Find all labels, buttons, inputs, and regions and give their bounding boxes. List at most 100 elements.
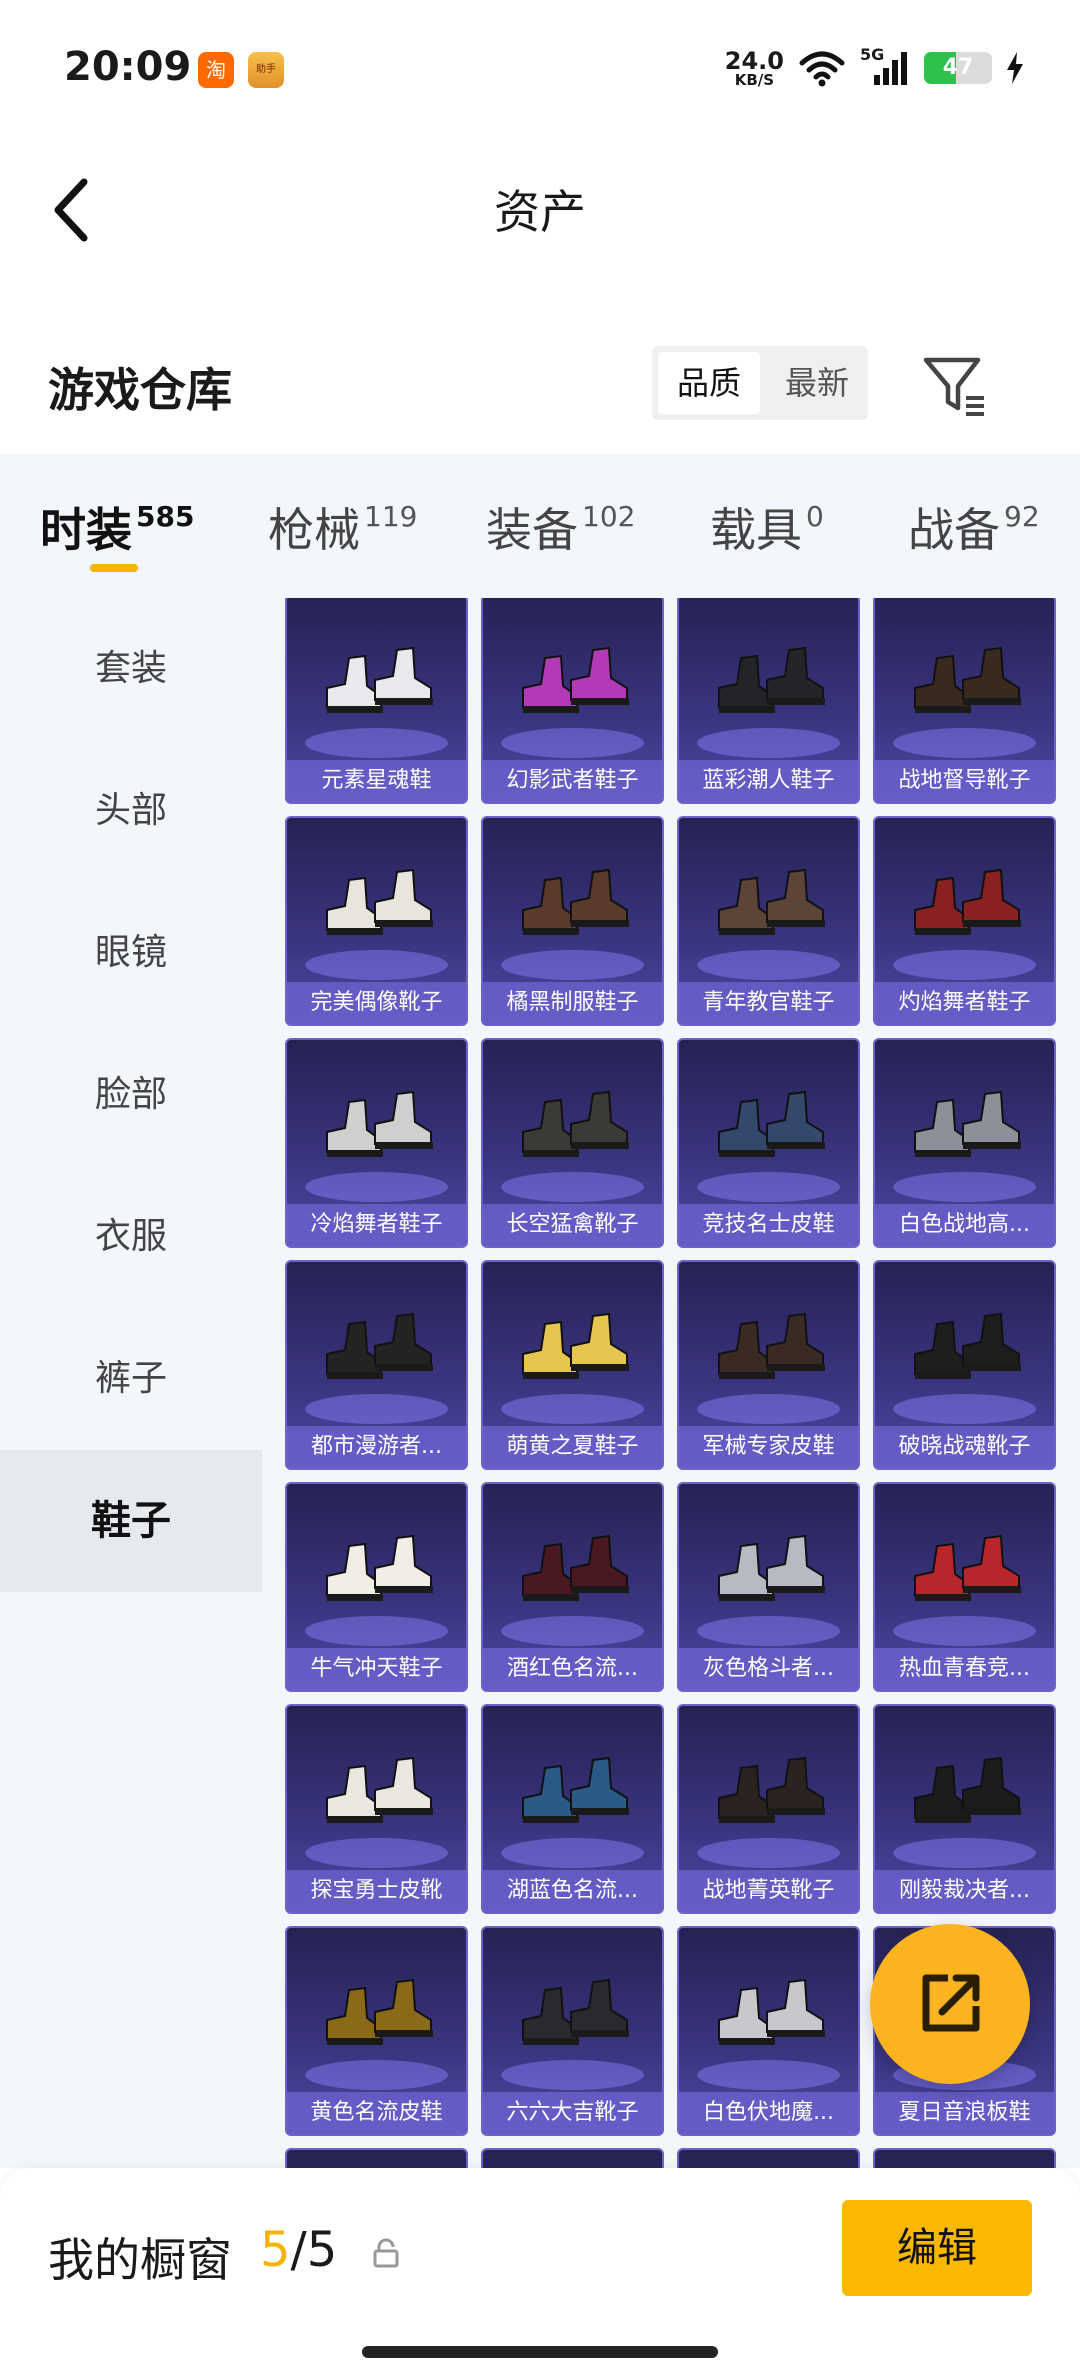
item-card[interactable]: 探宝勇士皮靴 — [285, 1704, 468, 1914]
showcase-bar: 我的橱窗 5/5 编辑 — [0, 2168, 1080, 2377]
item-name: 六六大吉靴子 — [483, 2092, 662, 2134]
item-card[interactable]: 军械专家皮鞋 — [677, 1260, 860, 1470]
item-card[interactable]: 刚毅裁决者... — [873, 1704, 1056, 1914]
cellular-signal-icon: 5G — [860, 45, 910, 87]
sidebar-item-glasses[interactable]: 眼镜 — [0, 882, 262, 1024]
item-name: 竞技名士皮鞋 — [679, 1204, 858, 1246]
tab-count: 0 — [806, 500, 824, 533]
shoe-image — [326, 1312, 433, 1379]
shoe-image — [522, 646, 629, 713]
shoe-image — [522, 1978, 629, 2045]
sidebar-item-head[interactable]: 头部 — [0, 740, 262, 882]
tab-supplies[interactable]: 战备 92 — [908, 494, 1040, 560]
shoe-image — [718, 1534, 825, 1601]
home-indicator — [362, 2346, 718, 2358]
tab-fashion[interactable]: 时装 585 — [40, 494, 194, 560]
battery-indicator: 47 — [924, 52, 992, 84]
category-tabs: 时装 585 枪械 119 装备 102 载具 0 战备 92 — [0, 454, 1080, 598]
wifi-icon — [799, 51, 845, 87]
warehouse-header: 游戏仓库 品质 最新 — [0, 330, 1080, 440]
item-name: 灼焰舞者鞋子 — [875, 982, 1054, 1024]
edit-button[interactable]: 编辑 — [842, 2200, 1032, 2296]
tab-firearms[interactable]: 枪械 119 — [268, 494, 417, 560]
showcase-separator: / — [290, 2222, 307, 2278]
sidebar-item-pants[interactable]: 裤子 — [0, 1308, 262, 1450]
shoe-image — [718, 1978, 825, 2045]
tab-count: 585 — [136, 500, 195, 533]
item-card[interactable]: 热血青春竞... — [873, 1482, 1056, 1692]
shoe-image — [914, 646, 1021, 713]
taobao-icon: 淘 — [198, 52, 234, 88]
tab-label: 战备 — [908, 503, 1000, 557]
item-name: 探宝勇士皮靴 — [287, 1870, 466, 1912]
showcase-total: 5 — [306, 2222, 338, 2278]
shoe-image — [914, 1534, 1021, 1601]
item-card[interactable]: 竞技名士皮鞋 — [677, 1038, 860, 1248]
shoe-image — [718, 1756, 825, 1823]
filter-icon[interactable] — [920, 350, 990, 420]
sidebar-item-clothes[interactable]: 衣服 — [0, 1166, 262, 1308]
item-name: 刚毅裁决者... — [875, 1870, 1054, 1912]
item-card-partial[interactable] — [873, 2148, 1056, 2168]
item-card[interactable]: 牛气冲天鞋子 — [285, 1482, 468, 1692]
share-button[interactable] — [870, 1924, 1030, 2084]
item-name: 完美偶像靴子 — [287, 982, 466, 1024]
item-card[interactable]: 战地督导靴子 — [873, 598, 1056, 804]
item-card[interactable]: 幻影武者鞋子 — [481, 598, 664, 804]
battery-level: 47 — [942, 55, 974, 80]
tab-count: 102 — [582, 500, 636, 533]
item-name: 战地督导靴子 — [875, 760, 1054, 802]
network-speed: 24.0 KB/S — [725, 49, 784, 88]
item-name: 破晓战魂靴子 — [875, 1426, 1054, 1468]
sort-newest-button[interactable]: 最新 — [766, 346, 868, 420]
item-card-partial[interactable] — [285, 2148, 468, 2168]
item-card[interactable]: 酒红色名流... — [481, 1482, 664, 1692]
tab-label: 装备 — [486, 503, 578, 557]
item-name: 灰色格斗者... — [679, 1648, 858, 1690]
tab-label: 载具 — [710, 503, 802, 557]
item-card[interactable]: 冷焰舞者鞋子 — [285, 1038, 468, 1248]
status-bar: 20:09 淘 助手 24.0 KB/S 5G 47 — [0, 0, 1080, 130]
item-name: 战地菁英靴子 — [679, 1870, 858, 1912]
item-card[interactable]: 元素星魂鞋 — [285, 598, 468, 804]
item-name: 元素星魂鞋 — [287, 760, 466, 802]
item-card[interactable]: 战地菁英靴子 — [677, 1704, 860, 1914]
shoe-image — [718, 1090, 825, 1157]
item-card[interactable]: 白色伏地魔... — [677, 1926, 860, 2136]
item-name: 蓝彩潮人鞋子 — [679, 760, 858, 802]
shoe-image — [522, 1534, 629, 1601]
item-card[interactable]: 湖蓝色名流... — [481, 1704, 664, 1914]
item-name: 军械专家皮鞋 — [679, 1426, 858, 1468]
item-card-partial[interactable] — [677, 2148, 860, 2168]
item-card[interactable]: 橘黑制服鞋子 — [481, 816, 664, 1026]
item-card[interactable]: 黄色名流皮鞋 — [285, 1926, 468, 2136]
shoe-image — [914, 1090, 1021, 1157]
warehouse-title: 游戏仓库 — [48, 363, 232, 417]
tab-equipment[interactable]: 装备 102 — [486, 494, 635, 560]
item-card[interactable]: 青年教官鞋子 — [677, 816, 860, 1026]
item-card[interactable]: 萌黄之夏鞋子 — [481, 1260, 664, 1470]
item-card[interactable]: 蓝彩潮人鞋子 — [677, 598, 860, 804]
sidebar-item-suits[interactable]: 套装 — [0, 598, 262, 740]
tab-label: 枪械 — [268, 503, 360, 557]
item-card[interactable]: 完美偶像靴子 — [285, 816, 468, 1026]
page-title: 资产 — [494, 185, 586, 239]
item-card-partial[interactable] — [481, 2148, 664, 2168]
item-card[interactable]: 灰色格斗者... — [677, 1482, 860, 1692]
active-tab-indicator — [90, 564, 138, 572]
item-card[interactable]: 白色战地高... — [873, 1038, 1056, 1248]
sidebar-item-shoes[interactable]: 鞋子 — [0, 1450, 262, 1592]
item-name: 长空猛禽靴子 — [483, 1204, 662, 1246]
tab-count: 119 — [364, 500, 418, 533]
sidebar-item-face[interactable]: 脸部 — [0, 1024, 262, 1166]
item-card[interactable]: 破晓战魂靴子 — [873, 1260, 1056, 1470]
showcase-current: 5 — [260, 2222, 291, 2278]
item-card[interactable]: 长空猛禽靴子 — [481, 1038, 664, 1248]
item-name: 都市漫游者... — [287, 1426, 466, 1468]
tab-vehicles[interactable]: 载具 0 — [710, 494, 824, 560]
item-name: 白色伏地魔... — [679, 2092, 858, 2134]
sort-quality-button[interactable]: 品质 — [658, 352, 760, 414]
item-card[interactable]: 都市漫游者... — [285, 1260, 468, 1470]
item-card[interactable]: 灼焰舞者鞋子 — [873, 816, 1056, 1026]
item-card[interactable]: 六六大吉靴子 — [481, 1926, 664, 2136]
